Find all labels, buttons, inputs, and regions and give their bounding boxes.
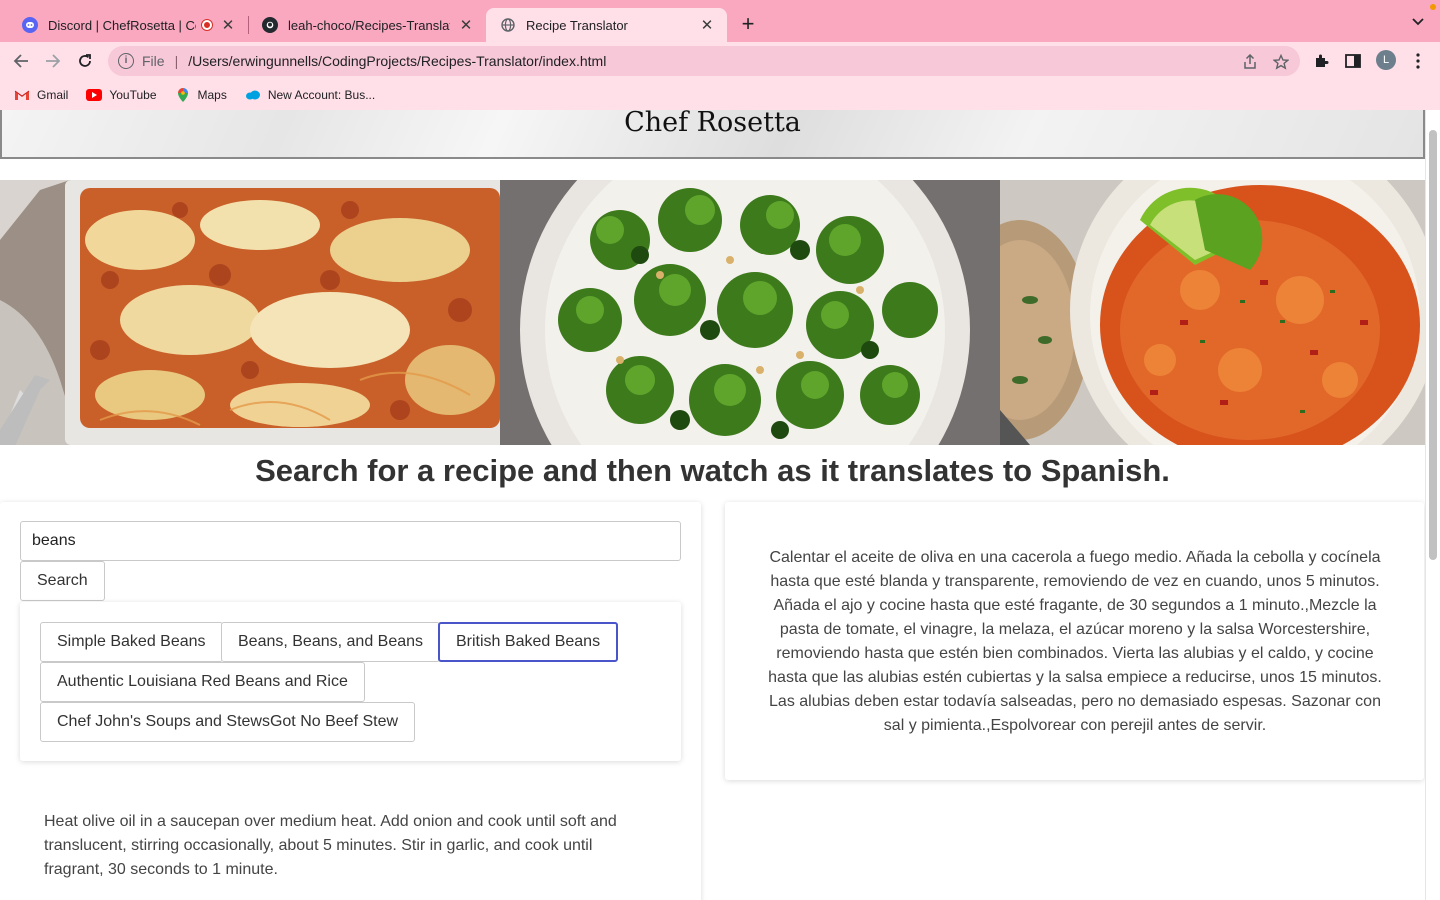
- bookmark-maps[interactable]: Maps: [175, 87, 227, 103]
- menu-dots-icon[interactable]: [1407, 50, 1429, 72]
- extensions-icon[interactable]: [1310, 50, 1332, 72]
- tab-title: Discord | ChefRosetta | Co: [48, 17, 196, 33]
- result-button-british-baked-beans[interactable]: British Baked Beans: [438, 622, 619, 662]
- youtube-icon: [86, 87, 103, 103]
- close-icon[interactable]: ✕: [458, 16, 474, 34]
- tab-title: leah-choco/Recipes-Translator: [288, 17, 450, 33]
- bookmark-gmail[interactable]: Gmail: [14, 87, 68, 103]
- bookmark-label: Gmail: [37, 88, 69, 102]
- address-divider: |: [174, 53, 179, 69]
- maps-icon: [175, 87, 191, 103]
- side-panel-icon[interactable]: [1342, 50, 1364, 72]
- address-scheme: File: [142, 53, 165, 69]
- globe-icon: [500, 17, 516, 33]
- baked-spaghetti-image: [0, 180, 500, 445]
- hero-banner: [0, 180, 1425, 445]
- arrow-right-icon: [46, 54, 61, 68]
- page-tagline: Search for a recipe and then watch as it…: [255, 453, 1170, 488]
- bookmark-label: Maps: [197, 88, 227, 102]
- bookmark-label: New Account: Bus...: [267, 88, 376, 102]
- tab-recipe-translator[interactable]: Recipe Translator ✕: [486, 8, 727, 42]
- share-icon[interactable]: [1242, 53, 1258, 70]
- tab-title: Recipe Translator: [526, 17, 628, 33]
- recording-icon: [202, 20, 212, 30]
- page-scrollbar[interactable]: [1425, 110, 1440, 900]
- page-viewport: Chef Rosetta Search for a recipe and the…: [0, 110, 1440, 900]
- github-icon: [262, 17, 278, 33]
- bookmark-label: YouTube: [109, 88, 157, 102]
- english-instructions: Heat olive oil in a saucepan over medium…: [44, 813, 617, 878]
- close-icon[interactable]: ✕: [699, 16, 715, 34]
- scrollbar-thumb[interactable]: [1429, 130, 1437, 560]
- new-tab-button[interactable]: +: [736, 13, 760, 37]
- search-panel: Search Simple Baked Beans Beans, Beans, …: [0, 502, 701, 900]
- result-button-simple-baked-beans[interactable]: Simple Baked Beans: [40, 622, 223, 662]
- spanish-rice-image: [1000, 180, 1425, 445]
- address-bar[interactable]: i File | /Users/erwingunnells/CodingProj…: [108, 46, 1300, 76]
- browser-toolbar: i File | /Users/erwingunnells/CodingProj…: [0, 42, 1440, 80]
- close-icon[interactable]: ✕: [220, 16, 236, 34]
- roasted-broccoli-image: [500, 180, 1000, 445]
- address-path: /Users/erwingunnells/CodingProjects/Reci…: [188, 53, 607, 69]
- back-button[interactable]: [8, 48, 34, 74]
- arrow-left-icon: [13, 54, 28, 68]
- bookmark-youtube[interactable]: YouTube: [86, 87, 157, 103]
- profile-avatar[interactable]: L: [1376, 50, 1396, 70]
- salesforce-icon: [245, 87, 261, 103]
- result-button-louisiana-red-beans[interactable]: Authentic Louisiana Red Beans and Rice: [40, 662, 365, 702]
- browser-tabstrip: Discord | ChefRosetta | Co ✕ leah-choco/…: [0, 0, 1440, 42]
- bookmarks-bar: Gmail YouTube Maps New Account: Bus...: [0, 80, 1440, 110]
- spanish-instructions: Calentar el aceite de oliva en una cacer…: [768, 549, 1382, 734]
- tab-discord[interactable]: Discord | ChefRosetta | Co ✕: [8, 8, 248, 42]
- discord-icon: [22, 17, 38, 33]
- info-icon[interactable]: i: [118, 53, 134, 69]
- site-title: Chef Rosetta: [624, 110, 801, 138]
- reload-button[interactable]: [72, 48, 98, 74]
- result-button-got-no-beef-stew[interactable]: Chef John's Soups and StewsGot No Beef S…: [40, 702, 416, 742]
- chevron-down-icon: [1412, 18, 1424, 26]
- tab-search-button[interactable]: [1406, 13, 1430, 37]
- search-button[interactable]: Search: [20, 561, 105, 601]
- bookmark-salesforce[interactable]: New Account: Bus...: [245, 87, 375, 103]
- bookmark-star-icon[interactable]: [1272, 53, 1290, 70]
- forward-button[interactable]: [40, 48, 66, 74]
- site-header: Chef Rosetta: [0, 110, 1425, 159]
- tab-github[interactable]: leah-choco/Recipes-Translator ✕: [248, 8, 486, 42]
- result-button-beans-beans-and-beans[interactable]: Beans, Beans, and Beans: [221, 622, 441, 662]
- update-indicator: [1430, 4, 1436, 10]
- recipe-search-input[interactable]: [20, 521, 681, 561]
- reload-icon: [79, 54, 91, 67]
- gmail-icon: [14, 87, 30, 103]
